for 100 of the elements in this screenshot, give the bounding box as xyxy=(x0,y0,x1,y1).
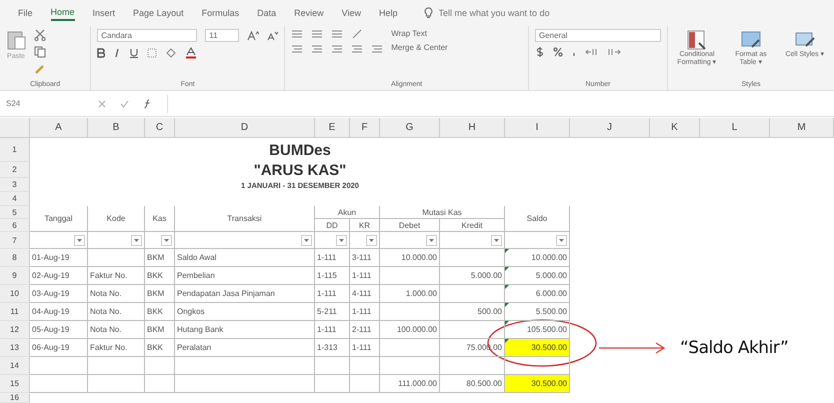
borders-icon[interactable] xyxy=(147,48,158,58)
ribbon-tab[interactable]: Page Layout xyxy=(133,6,184,20)
font-size-field[interactable]: 11 xyxy=(205,29,240,42)
percent-icon[interactable] xyxy=(553,47,563,57)
filter-button[interactable] xyxy=(366,234,377,246)
column-heading: Akun xyxy=(315,206,380,219)
table-cell: 1-111 xyxy=(315,285,350,303)
filter-button[interactable] xyxy=(491,234,502,246)
table-cell: Nota No. xyxy=(88,285,145,303)
align-icon[interactable] xyxy=(311,29,324,39)
ribbon-tab[interactable]: Insert xyxy=(92,6,116,20)
align-icon[interactable] xyxy=(331,29,344,39)
increase-decimal-icon[interactable] xyxy=(585,47,599,57)
italic-icon[interactable] xyxy=(113,48,122,58)
align-icon[interactable] xyxy=(371,44,384,54)
column-header[interactable]: L xyxy=(700,118,770,138)
align-icon[interactable] xyxy=(351,44,364,54)
row-header[interactable]: 4 xyxy=(0,192,30,206)
filter-button[interactable] xyxy=(556,234,567,246)
column-header[interactable]: M xyxy=(770,118,834,138)
column-header[interactable]: B xyxy=(88,118,145,138)
filter-button[interactable] xyxy=(426,234,437,246)
table-cell: 1.000.00 xyxy=(380,285,440,303)
row-header[interactable]: 6 xyxy=(0,219,30,232)
decrease-decimal-icon[interactable] xyxy=(607,47,621,57)
column-header[interactable]: I xyxy=(505,118,570,138)
row-header[interactable]: 13 xyxy=(0,339,30,357)
empty-cell xyxy=(315,357,350,375)
ribbon-tab[interactable]: Review xyxy=(294,6,324,20)
column-header[interactable]: J xyxy=(570,118,650,138)
ribbon-tab[interactable]: View xyxy=(342,6,361,20)
align-icon[interactable] xyxy=(291,29,304,39)
table-cell: 05-Aug-19 xyxy=(30,321,88,339)
merge-center-button[interactable]: Merge & Center xyxy=(391,43,448,52)
currency-icon[interactable] xyxy=(535,47,545,57)
filter-button[interactable] xyxy=(161,234,172,246)
table-cell: Nota No. xyxy=(88,303,145,321)
filter-button[interactable] xyxy=(336,234,347,246)
fill-color-icon[interactable] xyxy=(165,48,178,58)
table-cell: Ongkos xyxy=(175,303,315,321)
font-name-field[interactable]: Candara xyxy=(97,29,198,42)
font-color-icon[interactable] xyxy=(185,47,198,59)
column-header[interactable]: G xyxy=(380,118,440,138)
column-header[interactable]: F xyxy=(350,118,380,138)
number-format-field[interactable]: General xyxy=(535,29,661,42)
table-cell: 1-111 xyxy=(315,249,350,267)
row-header[interactable]: 2 xyxy=(0,162,30,178)
align-icon[interactable] xyxy=(291,44,304,54)
ribbon-tab[interactable]: File xyxy=(18,6,33,20)
ribbon-tab[interactable]: Formulas xyxy=(202,6,240,20)
table-cell xyxy=(380,267,440,285)
column-header[interactable]: A xyxy=(30,118,88,138)
column-header[interactable]: H xyxy=(440,118,505,138)
column-header[interactable]: K xyxy=(650,118,700,138)
row-header[interactable]: 3 xyxy=(0,178,30,192)
filter-button[interactable] xyxy=(131,234,142,246)
table-cell: Faktur No. xyxy=(88,339,145,357)
empty-cell xyxy=(315,375,350,393)
row-header[interactable]: 5 xyxy=(0,206,30,219)
row-header[interactable]: 14 xyxy=(0,357,30,375)
table-cell: BKM xyxy=(145,321,175,339)
column-header[interactable]: C xyxy=(145,118,175,138)
row-header[interactable]: 16 xyxy=(0,393,30,403)
caret-icon xyxy=(134,238,139,242)
filter-button[interactable] xyxy=(74,234,85,246)
row-header[interactable]: 10 xyxy=(0,285,30,303)
row-header[interactable]: 11 xyxy=(0,303,30,321)
column-header[interactable]: D xyxy=(175,118,315,138)
align-icon[interactable] xyxy=(331,44,344,54)
ribbon-tab[interactable]: Home xyxy=(50,5,75,21)
column-header[interactable]: E xyxy=(315,118,350,138)
row-header[interactable]: 12 xyxy=(0,321,30,339)
underline-icon[interactable] xyxy=(129,48,140,58)
wrap-text-button[interactable]: Wrap Text xyxy=(391,29,448,38)
ribbon-tab[interactable]: Help xyxy=(379,6,398,20)
caret-icon xyxy=(164,238,169,242)
grow-font-icon[interactable] xyxy=(247,30,260,40)
check-icon[interactable] xyxy=(120,100,129,108)
name-box[interactable]: S24 xyxy=(6,99,84,108)
tell-me-field[interactable]: Tell me what you want to do xyxy=(438,8,609,18)
column-heading: Kode xyxy=(88,206,145,232)
bold-icon[interactable] xyxy=(97,48,106,58)
orientation-icon[interactable] xyxy=(351,29,364,39)
row-header[interactable]: 1 xyxy=(0,138,30,162)
table-cell: 5.500.00 xyxy=(505,303,570,321)
column-heading: KR xyxy=(350,219,380,232)
filter-button[interactable] xyxy=(301,234,312,246)
row-header[interactable]: 7 xyxy=(0,232,30,249)
align-icon[interactable] xyxy=(311,44,324,54)
table-cell: Pendapatan Jasa Pinjaman xyxy=(175,285,315,303)
ribbon-tab[interactable]: Data xyxy=(257,6,276,20)
close-icon[interactable] xyxy=(98,100,106,108)
shrink-font-icon[interactable] xyxy=(267,30,280,40)
row-header[interactable]: 8 xyxy=(0,249,30,267)
caret-icon xyxy=(304,238,309,242)
table-cell: 03-Aug-19 xyxy=(30,285,88,303)
table-cell: 2-111 xyxy=(350,321,380,339)
row-header[interactable]: 15 xyxy=(0,375,30,393)
row-header[interactable]: 9 xyxy=(0,267,30,285)
table-cell: Peralatan xyxy=(175,339,315,357)
